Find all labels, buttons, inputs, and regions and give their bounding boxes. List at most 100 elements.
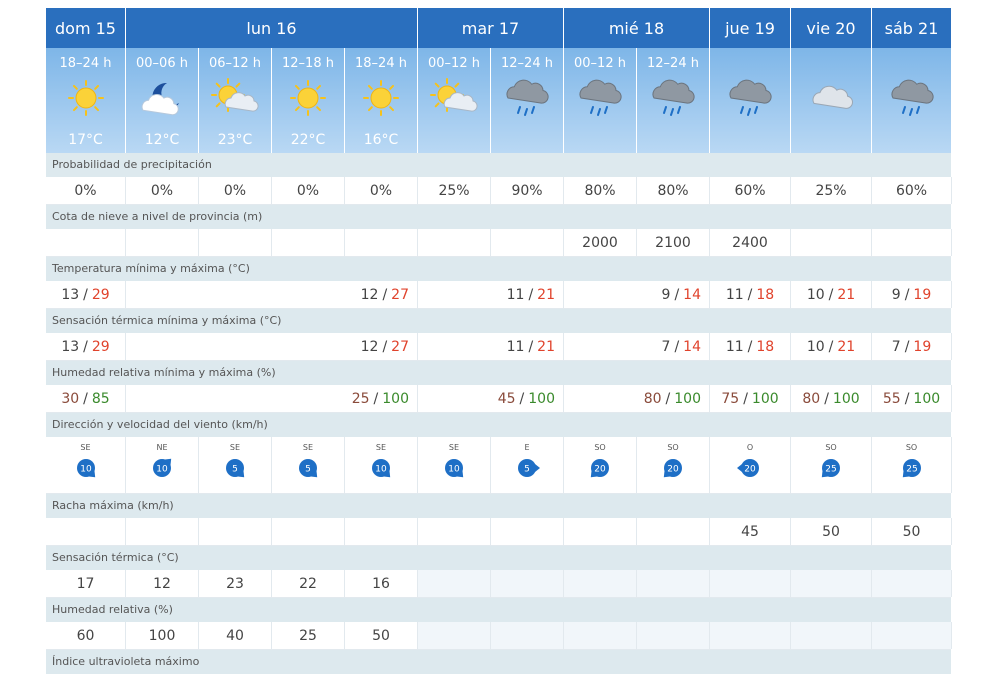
wind-direction: SO [905, 443, 918, 452]
value-cell: 80% [637, 177, 710, 204]
value-cell: 25 [272, 622, 345, 649]
value-cell: 17 [46, 570, 126, 597]
rain-cloud-icon [506, 79, 549, 116]
value-cell: 2000 [564, 229, 637, 256]
sun-icon [290, 80, 326, 116]
wind-speed: 10 [448, 465, 460, 475]
value-cell [199, 229, 272, 256]
min-value: 80 [643, 390, 662, 407]
value-cell [637, 622, 710, 649]
max-value: 100 [751, 390, 779, 407]
value-cell [418, 229, 491, 256]
minmax-cell: 11/18 [710, 333, 791, 360]
day-header[interactable]: vie 20 [791, 8, 872, 48]
period-cell: 12–24 h [637, 48, 710, 153]
slash-separator: / [519, 390, 525, 407]
day-header[interactable]: mié 18 [564, 8, 710, 48]
wind-badge-icon: 25 [821, 459, 840, 478]
period-temperature: 23°C [217, 132, 253, 148]
value-cell [199, 518, 272, 545]
sun-cloud-icon [430, 78, 478, 112]
rain-cloud-icon [729, 79, 772, 116]
slash-separator: / [747, 286, 753, 303]
slash-separator: / [743, 390, 748, 407]
wind-cell: SO 25 [872, 437, 952, 493]
max-value: 18 [756, 338, 775, 355]
max-value: 21 [837, 338, 856, 355]
value-cell [791, 622, 872, 649]
max-value: 100 [528, 390, 555, 407]
period-cell: 00–12 h [418, 48, 491, 153]
day-header-row: dom 15 lun 16 mar 17 mié 18 jue 19 vie 20 sáb … [46, 8, 952, 48]
period-temperature: 17°C [68, 132, 103, 148]
minmax-cell: 30/85 [46, 385, 126, 412]
max-value: 19 [913, 338, 932, 355]
max-value: 14 [683, 338, 701, 355]
value-cell: 22 [272, 570, 345, 597]
value-cell: 50 [872, 518, 952, 545]
min-value: 55 [882, 390, 901, 407]
wind-badge-icon: 5 [226, 459, 245, 478]
value-cell [491, 570, 564, 597]
value-row: 17 12 23 22 16 [46, 570, 952, 598]
wind-speed: 20 [744, 465, 756, 475]
row-label: Probabilidad de precipitación [46, 153, 951, 177]
day-header[interactable]: jue 19 [710, 8, 791, 48]
min-value: 13 [61, 286, 80, 303]
value-cell [791, 229, 872, 256]
value-cell: 60% [710, 177, 791, 204]
day-header[interactable]: mar 17 [418, 8, 564, 48]
slash-separator: / [528, 286, 534, 303]
value-cell: 0% [126, 177, 199, 204]
slash-separator: / [373, 390, 379, 407]
wind-speed: 5 [524, 465, 530, 475]
day-header[interactable]: dom 15 [46, 8, 126, 48]
wind-badge-icon: 5 [299, 459, 318, 478]
wind-direction: SE [375, 443, 387, 452]
wind-cell: SO 25 [791, 437, 872, 493]
minmax-cell: 25/100 [126, 385, 418, 412]
cloud-icon [812, 85, 853, 109]
wind-speed: 25 [906, 465, 917, 475]
minmax-cell: 11/18 [710, 281, 791, 308]
day-header[interactable]: lun 16 [126, 8, 418, 48]
row-label: Temperatura mínima y máxima (°C) [46, 257, 951, 281]
value-cell [345, 229, 418, 256]
max-value: 100 [674, 390, 701, 407]
slash-separator: / [528, 338, 534, 355]
wind-direction: SE [448, 443, 460, 452]
period-cell [710, 48, 791, 153]
period-cell: 12–24 h [491, 48, 564, 153]
wind-direction: NE [156, 443, 168, 452]
minmax-cell: 13/29 [46, 281, 126, 308]
value-cell [126, 518, 199, 545]
value-cell: 45 [710, 518, 791, 545]
wind-speed: 25 [825, 465, 836, 475]
slash-separator: / [83, 338, 88, 355]
period-label: 00–12 h [428, 56, 480, 71]
wind-badge-icon: 10 [372, 459, 391, 478]
minmax-cell: 9/14 [564, 281, 710, 308]
value-cell [637, 570, 710, 597]
max-value: 85 [91, 390, 110, 407]
wind-cell: NE 10 [126, 437, 199, 493]
value-cell [272, 518, 345, 545]
row-label: Sensación térmica (°C) [46, 546, 951, 570]
value-cell: 12 [126, 570, 199, 597]
max-value: 100 [382, 390, 409, 407]
day-header[interactable]: sáb 21 [872, 8, 952, 48]
wind-badge-icon: 25 [902, 459, 921, 478]
wind-cell: SE 5 [199, 437, 272, 493]
min-value: 11 [506, 338, 525, 355]
value-cell [491, 622, 564, 649]
min-value: 7 [891, 338, 901, 355]
wind-cell: SO 20 [564, 437, 637, 493]
value-cell [345, 518, 418, 545]
value-cell [710, 570, 791, 597]
max-value: 18 [756, 286, 775, 303]
value-cell [564, 622, 637, 649]
minmax-cell: 45/100 [418, 385, 564, 412]
wind-cell: SO 20 [637, 437, 710, 493]
value-cell: 90% [491, 177, 564, 204]
row-label: Dirección y velocidad del viento (km/h) [46, 413, 951, 437]
